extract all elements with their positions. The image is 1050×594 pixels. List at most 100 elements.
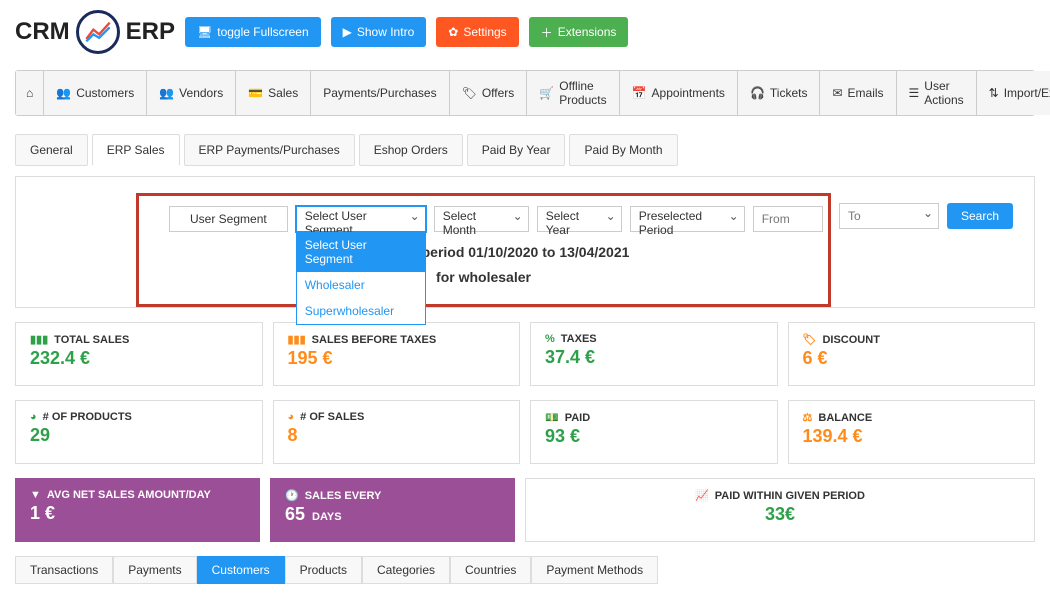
main-nav: ⌂ 👥 Customers 👥Vendors 💳 Sales Payments/Pu… (15, 70, 1035, 116)
plus-icon: ＋ (541, 24, 553, 41)
balance-value: 139.4 € (803, 426, 1021, 447)
paid-value: 93 € (545, 426, 763, 447)
clock-icon: 🕐 (285, 489, 299, 502)
brand-logo: CRM ERP (15, 10, 175, 54)
segment-dropdown: Select User Segment Wholesaler Superwhol… (296, 232, 426, 325)
monitor-icon: 🖥 (197, 25, 212, 39)
n-sales-label: # OF SALES (300, 411, 364, 423)
card-sales-before-taxes: ▮▮▮ SALES before Taxes 195 € (273, 322, 521, 386)
nav-offers[interactable]: 🏷Offers (450, 71, 528, 115)
nav-payments-label: Payments/Purchases (323, 86, 436, 100)
extensions-label: Extensions (558, 25, 617, 39)
pie-icon: ◕ (30, 411, 37, 423)
bar-icon: ▮▮▮ (288, 333, 306, 346)
show-intro-button[interactable]: ▶ Show Intro (331, 17, 427, 47)
analysis-line1: Analysis for period 01/10/2020 to 13/04/… (139, 240, 828, 265)
nav-home[interactable]: ⌂ (16, 71, 44, 115)
nav-offers-label: Offers (482, 86, 514, 100)
segment-label: User Segment (169, 206, 288, 232)
nav-appointments-label: Appointments (652, 86, 725, 100)
nav-emails[interactable]: ✉ Emails (820, 71, 896, 115)
nav-offline[interactable]: 🛒Offline Products (527, 71, 619, 115)
settings-button[interactable]: ✿ Settings (436, 17, 518, 47)
nav-sales-label: Sales (268, 86, 298, 100)
tab-erp-sales[interactable]: ERP Sales (92, 134, 180, 166)
discount-label: DISCOUNT (822, 334, 879, 346)
nav-payments[interactable]: Payments/Purchases (311, 71, 449, 115)
tab-paid-by-month[interactable]: Paid By Month (569, 134, 677, 166)
nav-vendors[interactable]: 👥Vendors (147, 71, 236, 115)
card-sales-every: 🕐SALES EVERY 65 DAYS (270, 478, 515, 542)
topbar: CRM ERP 🖥 toggle Fullscreen ▶ Show Intro… (0, 0, 1050, 64)
n-products-label: # OF PRODUCTS (43, 411, 132, 423)
nav-tickets[interactable]: 🎧Tickets (738, 71, 821, 115)
card-paid-within: 📈PAID WITHIN GIVEN PERIOD 33€ (525, 478, 1035, 542)
toggle-fullscreen-button[interactable]: 🖥 toggle Fullscreen (185, 17, 321, 47)
btab-payment-methods[interactable]: Payment Methods (531, 556, 658, 584)
card-taxes: %TAXES 37.4 € (530, 322, 778, 386)
to-input[interactable] (839, 203, 939, 229)
mail-icon: ✉ (832, 86, 842, 100)
sales-every-value: 65 DAYS (285, 504, 500, 525)
nav-tickets-label: Tickets (770, 86, 808, 100)
segment-select[interactable]: Select User Segment (296, 206, 426, 232)
segment-option-wholesaler[interactable]: Wholesaler (297, 272, 425, 298)
logo-text-right: ERP (126, 18, 175, 46)
month-select[interactable]: Select Month (434, 206, 529, 232)
nav-emails-label: Emails (848, 86, 884, 100)
nav-vendors-label: Vendors (179, 86, 223, 100)
year-select[interactable]: Select Year (537, 206, 622, 232)
taxes-label: TAXES (561, 333, 597, 345)
btab-payments[interactable]: Payments (113, 556, 196, 584)
btab-categories[interactable]: Categories (362, 556, 450, 584)
tab-eshop-orders[interactable]: Eshop Orders (359, 134, 463, 166)
tab-erp-payments[interactable]: ERP Payments/Purchases (184, 134, 355, 166)
before-tax-label: SALES before Taxes (312, 334, 436, 346)
sub-nav: General ERP Sales ERP Payments/Purchases… (15, 134, 1035, 166)
btab-products[interactable]: Products (285, 556, 362, 584)
play-icon: ▶ (343, 25, 352, 39)
pie-icon: ◕ (288, 411, 295, 423)
logo-text-left: CRM (15, 18, 70, 46)
users-icon: 👥 (56, 86, 71, 100)
extensions-button[interactable]: ＋ Extensions (529, 17, 629, 47)
nav-customers[interactable]: 👥 Customers (44, 71, 147, 115)
btab-customers[interactable]: Customers (197, 556, 285, 584)
bottom-tabs: Transactions Payments Customers Products… (15, 556, 1035, 584)
nav-customers-label: Customers (76, 86, 134, 100)
tab-paid-by-year[interactable]: Paid By Year (467, 134, 566, 166)
nav-importexport[interactable]: ⇅Import/Export (977, 71, 1050, 115)
search-button[interactable]: Search (947, 203, 1013, 229)
tag-icon: 🏷 (803, 333, 817, 346)
card-discount: 🏷 DISCOUNT 6 € (788, 322, 1036, 386)
total-sales-label: TOTAL SALES (54, 334, 129, 346)
paid-within-label: PAID WITHIN GIVEN PERIOD (715, 490, 865, 502)
period-select[interactable]: Preselected Period (630, 206, 745, 232)
card-total-sales: ▮▮▮TOTAL SALES 232.4 € (15, 322, 263, 386)
segment-option-default[interactable]: Select User Segment (297, 232, 425, 272)
btab-countries[interactable]: Countries (450, 556, 531, 584)
tab-general[interactable]: General (15, 134, 88, 166)
nav-useractions[interactable]: ☰ User Actions (897, 71, 977, 115)
bar-icon: ▮▮▮ (30, 333, 48, 346)
card-icon: 💳 (248, 86, 263, 100)
gear-icon: ✿ (448, 25, 458, 39)
upload-icon: ⇅ (989, 86, 999, 100)
nav-appointments[interactable]: 📅Appointments (620, 71, 738, 115)
percent-icon: % (545, 333, 555, 345)
nav-sales[interactable]: 💳 Sales (236, 71, 311, 115)
home-icon: ⌂ (26, 86, 33, 100)
nav-useractions-label: User Actions (924, 79, 963, 107)
before-tax-value: 195 € (288, 348, 506, 369)
segment-option-superwholesaler[interactable]: Superwholesaler (297, 298, 425, 324)
balance-label: BALANCE (818, 412, 872, 424)
nav-offline-label: Offline Products (559, 79, 606, 107)
from-input[interactable] (753, 206, 823, 232)
n-products-value: 29 (30, 425, 248, 446)
btab-transactions[interactable]: Transactions (15, 556, 113, 584)
avg-net-value: 1 € (30, 503, 245, 524)
list-icon: ☰ (909, 86, 920, 100)
cards-row-2: ◕# OF PRODUCTS 29 ◕# OF SALES 8 💵PAID 93… (15, 400, 1035, 464)
discount-value: 6 € (803, 348, 1021, 369)
segment-select-wrap[interactable]: Select User Segment Select User Segment … (296, 206, 426, 232)
